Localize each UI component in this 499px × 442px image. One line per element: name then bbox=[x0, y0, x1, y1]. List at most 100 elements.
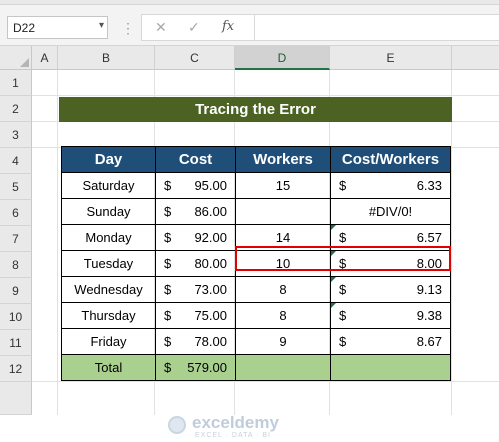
day-cell[interactable]: Saturday bbox=[61, 172, 156, 199]
cost-workers-value: 6.57 bbox=[416, 230, 442, 245]
currency-symbol: $ bbox=[164, 282, 172, 297]
header-cost[interactable]: Cost bbox=[155, 146, 236, 173]
cost-workers-value: 6.33 bbox=[416, 178, 442, 193]
row-header-9[interactable]: 9 bbox=[0, 278, 32, 304]
currency-symbol: $ bbox=[164, 360, 172, 375]
gridline bbox=[32, 95, 499, 96]
total-cost-value: 579.00 bbox=[187, 360, 227, 375]
cost-value: 80.00 bbox=[194, 256, 227, 271]
worksheet-grid[interactable]: A B C D E 1 2 3 4 5 6 7 8 9 10 11 12 Tra… bbox=[0, 46, 499, 439]
row-header-1[interactable]: 1 bbox=[0, 70, 32, 96]
column-header-c[interactable]: C bbox=[155, 46, 235, 70]
workers-cell-empty[interactable] bbox=[235, 198, 331, 225]
error-indicator-icon[interactable] bbox=[331, 225, 336, 230]
formula-bar-grip-icon[interactable]: ⋮ bbox=[121, 19, 135, 37]
row-header-3[interactable]: 3 bbox=[0, 122, 32, 148]
day-cell[interactable]: Friday bbox=[61, 328, 156, 355]
cost-value: 75.00 bbox=[194, 308, 227, 323]
table-row: Wednesday $73.00 8 $9.13 bbox=[61, 276, 451, 303]
workers-cell[interactable]: 10 bbox=[235, 250, 331, 277]
cost-workers-cell[interactable]: $6.57 bbox=[330, 224, 451, 251]
cost-cell[interactable]: $95.00 bbox=[155, 172, 236, 199]
table-row: Tuesday $80.00 10 $8.00 bbox=[61, 250, 451, 277]
header-workers[interactable]: Workers bbox=[235, 146, 331, 173]
workers-cell[interactable]: 8 bbox=[235, 276, 331, 303]
row-header-13-partial[interactable] bbox=[0, 382, 32, 415]
cost-workers-cell[interactable]: $8.67 bbox=[330, 328, 451, 355]
currency-symbol: $ bbox=[164, 204, 172, 219]
column-header-f-partial[interactable] bbox=[452, 46, 499, 70]
day-cell[interactable]: Wednesday bbox=[61, 276, 156, 303]
table-header-row: Day Cost Workers Cost/Workers bbox=[61, 146, 451, 173]
currency-symbol: $ bbox=[339, 308, 347, 323]
day-cell[interactable]: Tuesday bbox=[61, 250, 156, 277]
currency-symbol: $ bbox=[164, 256, 172, 271]
table-row: Saturday $95.00 15 $6.33 bbox=[61, 172, 451, 199]
header-cost-workers[interactable]: Cost/Workers bbox=[330, 146, 451, 173]
enter-check-icon[interactable]: ✓ bbox=[188, 19, 200, 36]
watermark: exceldemy EXCEL · DATA · BI bbox=[166, 412, 326, 442]
currency-symbol: $ bbox=[339, 178, 347, 193]
column-header-a[interactable]: A bbox=[32, 46, 58, 70]
cost-cell[interactable]: $80.00 bbox=[155, 250, 236, 277]
total-cost-workers-cell[interactable] bbox=[330, 354, 451, 381]
cancel-icon[interactable]: ✕ bbox=[155, 19, 167, 36]
row-header-5[interactable]: 5 bbox=[0, 174, 32, 200]
total-cost-cell[interactable]: $579.00 bbox=[155, 354, 236, 381]
row-header-6[interactable]: 6 bbox=[0, 200, 32, 226]
day-cell[interactable]: Thursday bbox=[61, 302, 156, 329]
row-header-7[interactable]: 7 bbox=[0, 226, 32, 252]
row-header-11[interactable]: 11 bbox=[0, 330, 32, 356]
cost-cell[interactable]: $73.00 bbox=[155, 276, 236, 303]
error-indicator-icon[interactable] bbox=[331, 251, 336, 256]
error-cell[interactable]: #DIV/0! bbox=[330, 198, 451, 225]
cost-value: 95.00 bbox=[194, 178, 227, 193]
workers-cell[interactable]: 8 bbox=[235, 302, 331, 329]
error-indicator-icon[interactable] bbox=[331, 277, 336, 282]
watermark-tagline: EXCEL · DATA · BI bbox=[195, 432, 271, 439]
total-row: Total $579.00 bbox=[61, 354, 451, 381]
row-header-2[interactable]: 2 bbox=[0, 96, 32, 122]
currency-symbol: $ bbox=[339, 282, 347, 297]
header-day[interactable]: Day bbox=[61, 146, 156, 173]
cost-workers-cell[interactable]: $8.00 bbox=[330, 250, 451, 277]
table-row: Monday $92.00 14 $6.57 bbox=[61, 224, 451, 251]
chevron-down-icon[interactable]: ▾ bbox=[99, 20, 104, 31]
watermark-name: exceldemy bbox=[192, 413, 279, 432]
cost-workers-cell[interactable]: $9.13 bbox=[330, 276, 451, 303]
column-header-d[interactable]: D bbox=[235, 46, 330, 70]
cost-cell[interactable]: $92.00 bbox=[155, 224, 236, 251]
cost-workers-cell[interactable]: $9.38 bbox=[330, 302, 451, 329]
cost-workers-value: 9.38 bbox=[416, 308, 442, 323]
cost-value: 92.00 bbox=[194, 230, 227, 245]
cost-workers-cell[interactable]: $6.33 bbox=[330, 172, 451, 199]
data-table: Day Cost Workers Cost/Workers Saturday $… bbox=[61, 146, 451, 381]
select-all-corner[interactable] bbox=[0, 46, 32, 70]
row-header-10[interactable]: 10 bbox=[0, 304, 32, 330]
cost-value: 78.00 bbox=[194, 334, 227, 349]
cost-cell[interactable]: $75.00 bbox=[155, 302, 236, 329]
row-header-8[interactable]: 8 bbox=[0, 252, 32, 278]
name-box[interactable]: D22 ▾ bbox=[7, 16, 108, 39]
day-cell[interactable]: Monday bbox=[61, 224, 156, 251]
formula-input[interactable] bbox=[254, 14, 499, 41]
column-header-b[interactable]: B bbox=[58, 46, 155, 70]
table-row: Sunday $86.00 #DIV/0! bbox=[61, 198, 451, 225]
workers-cell[interactable]: 9 bbox=[235, 328, 331, 355]
day-cell[interactable]: Sunday bbox=[61, 198, 156, 225]
table-row: Thursday $75.00 8 $9.38 bbox=[61, 302, 451, 329]
insert-function-icon[interactable]: fx bbox=[222, 19, 234, 34]
formula-bar: D22 ▾ ⋮ ✕ ✓ fx bbox=[0, 5, 499, 46]
cost-cell[interactable]: $78.00 bbox=[155, 328, 236, 355]
currency-symbol: $ bbox=[164, 334, 172, 349]
error-indicator-icon[interactable] bbox=[331, 303, 336, 308]
total-label-cell[interactable]: Total bbox=[61, 354, 156, 381]
workers-cell[interactable]: 14 bbox=[235, 224, 331, 251]
cost-cell[interactable]: $86.00 bbox=[155, 198, 236, 225]
row-header-12[interactable]: 12 bbox=[0, 356, 32, 382]
total-workers-cell[interactable] bbox=[235, 354, 331, 381]
row-header-4[interactable]: 4 bbox=[0, 148, 32, 174]
cost-workers-value: 8.67 bbox=[416, 334, 442, 349]
workers-cell[interactable]: 15 bbox=[235, 172, 331, 199]
column-header-e[interactable]: E bbox=[330, 46, 452, 70]
